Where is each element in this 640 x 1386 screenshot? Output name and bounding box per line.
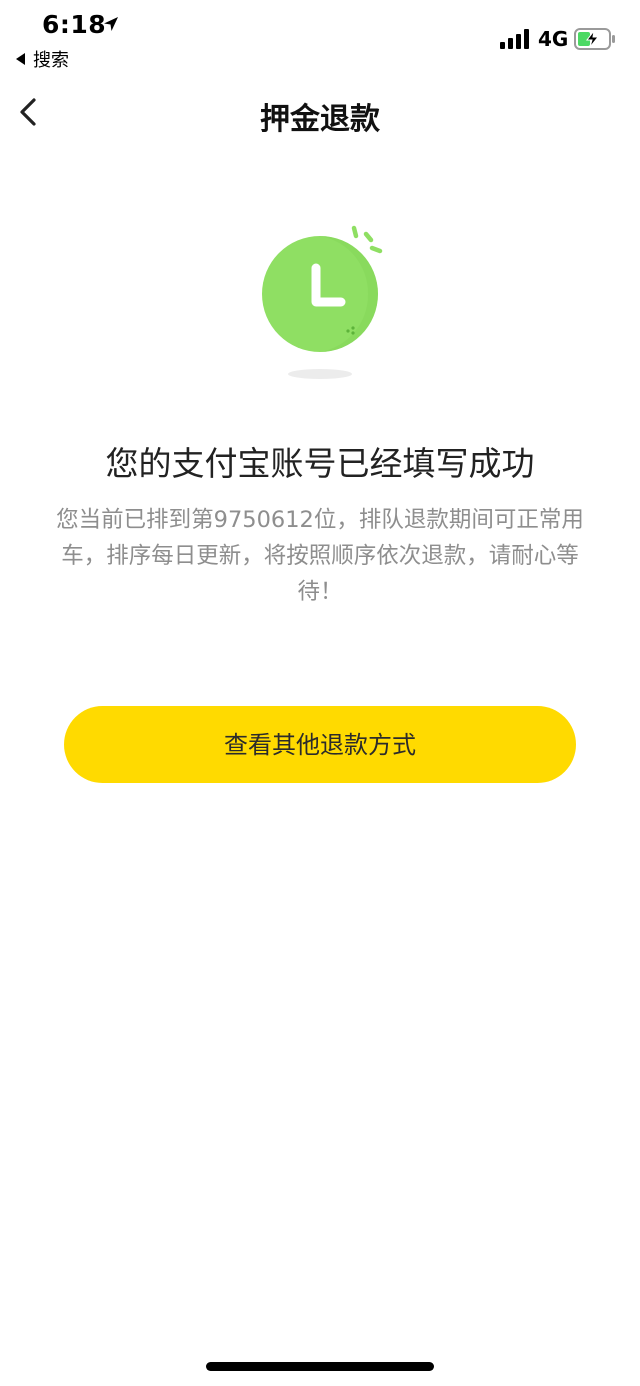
home-indicator[interactable] [206, 1362, 434, 1371]
status-bar: 6:18 搜索 4G [0, 0, 640, 80]
back-triangle-icon [16, 53, 25, 65]
queue-description: 您当前已排到第9750612位，排队退款期间可正常用车，排序每日更新，将按照顺序… [56, 507, 584, 605]
battery-charging-icon [574, 28, 615, 50]
other-refund-methods-button[interactable]: 查看其他退款方式 [64, 706, 576, 783]
status-time: 6:18 [42, 10, 107, 39]
location-arrow-icon [104, 17, 118, 31]
page-title: 押金退款 [260, 102, 380, 137]
clock-icon [262, 225, 383, 379]
back-to-app-button[interactable]: 搜索 [16, 46, 69, 72]
success-headline: 您的支付宝账号已经填写成功 [105, 444, 535, 483]
network-type: 4G [538, 27, 569, 51]
signal-icon [500, 29, 529, 49]
nav-bar: 押金退款 [0, 80, 640, 144]
back-app-label: 搜索 [33, 50, 69, 71]
